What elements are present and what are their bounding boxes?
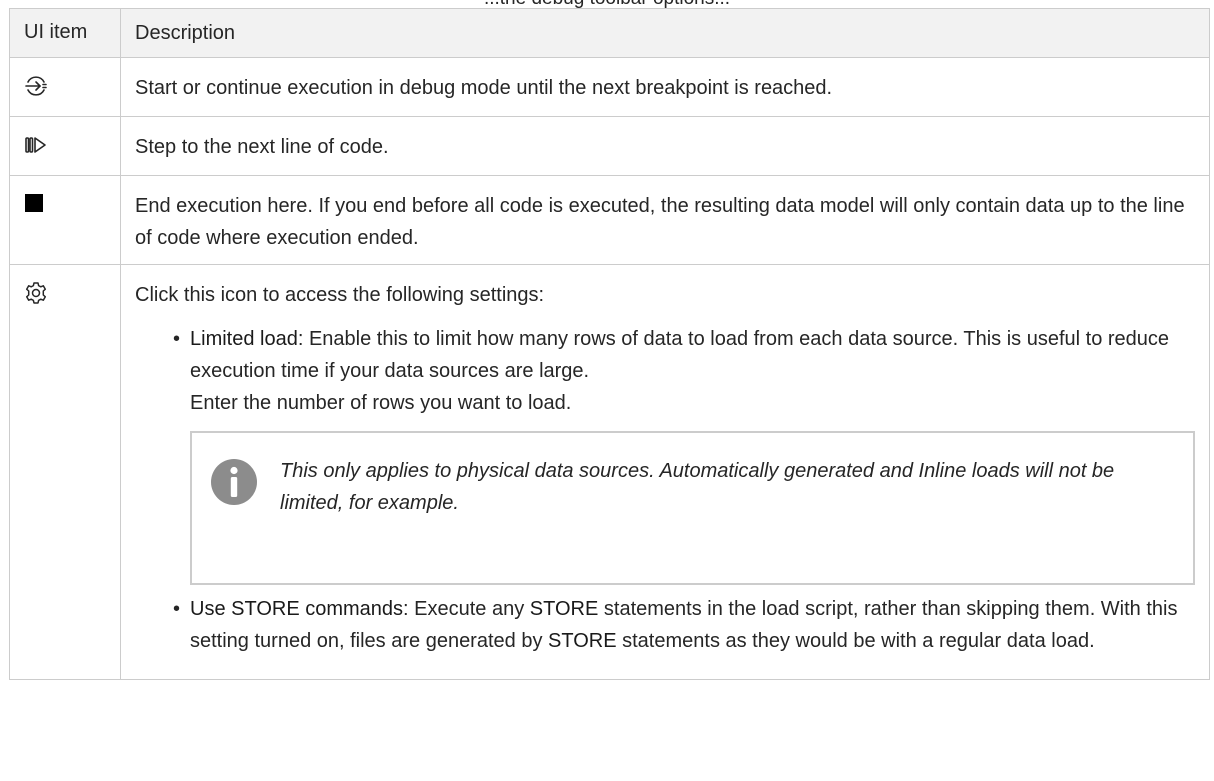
- info-icon: [210, 458, 258, 506]
- description-cell: Start or continue execution in debug mod…: [120, 57, 1210, 117]
- settings-list: • Limited load: Enable this to limit how…: [135, 323, 1195, 657]
- description-cell: Step to the next line of code.: [120, 116, 1210, 176]
- ui-item-cell: [9, 175, 121, 265]
- table-row: End execution here. If you end before al…: [9, 175, 1210, 265]
- ui-item-cell: [9, 116, 121, 176]
- keyword-store: STORE: [529, 598, 599, 620]
- description-cell: Click this icon to access the following …: [120, 264, 1210, 680]
- caption: ...the debug toolbar options...: [0, 0, 1214, 10]
- ui-item-cell: [9, 57, 121, 117]
- ui-item-cell: [9, 264, 121, 680]
- bullet: •: [173, 598, 181, 620]
- row-description: Click this icon to access the following …: [135, 284, 545, 306]
- header-ui-item: UI item: [9, 8, 121, 58]
- option-text: : Execute any: [403, 598, 530, 620]
- list-item-store-commands: • Use STORE commands: Execute any STORE …: [173, 593, 1195, 657]
- step-icon: [24, 133, 48, 157]
- note-text: This only applies to physical data sourc…: [280, 460, 1115, 514]
- table-row: Click this icon to access the following …: [9, 264, 1210, 680]
- stop-icon: [24, 192, 48, 216]
- option-term: Limited load: [190, 328, 298, 350]
- ui-items-table: UI item Description Start or continue ex…: [9, 8, 1210, 680]
- table-header-row: UI item Description: [9, 8, 1210, 58]
- option-text: statements as they would be with a regul…: [616, 630, 1095, 652]
- option-text-2: Enter the number of rows you want to loa…: [190, 392, 572, 414]
- option-text: : Enable this to limit how many rows of …: [190, 328, 1170, 382]
- table-row: Step to the next line of code.: [9, 116, 1210, 176]
- keyword-store: STORE: [548, 630, 617, 652]
- list-item-limited-load: • Limited load: Enable this to limit how…: [173, 323, 1195, 585]
- note-box: This only applies to physical data sourc…: [190, 431, 1195, 585]
- debug-run-icon: [24, 74, 48, 98]
- row-description: End execution here. If you end before al…: [135, 195, 1185, 249]
- gear-icon: [24, 281, 48, 305]
- header-description: Description: [120, 8, 1210, 58]
- bullet: •: [173, 328, 181, 350]
- row-description: Step to the next line of code.: [135, 136, 389, 158]
- table-row: Start or continue execution in debug mod…: [9, 57, 1210, 117]
- option-term: Use STORE commands: [190, 598, 404, 620]
- row-description: Start or continue execution in debug mod…: [135, 77, 833, 99]
- description-cell: End execution here. If you end before al…: [120, 175, 1210, 265]
